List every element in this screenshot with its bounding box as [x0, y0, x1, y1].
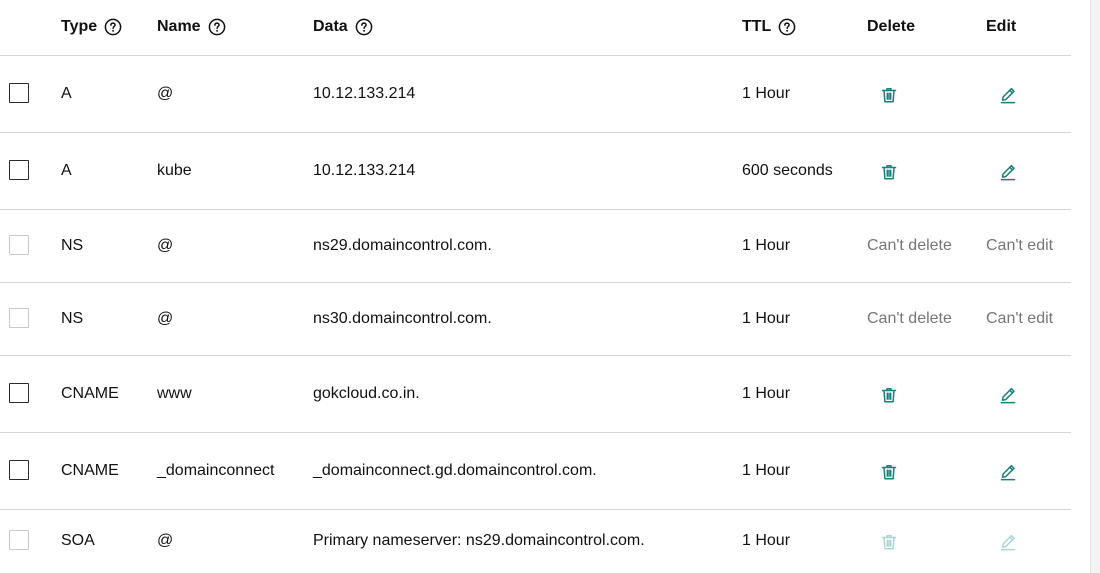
cant-edit-text: Can't edit	[986, 309, 1054, 327]
vertical-scrollbar[interactable]	[1090, 0, 1100, 573]
help-circle-icon[interactable]	[355, 18, 373, 36]
table-row: NS @ ns30.domaincontrol.com. 1 Hour Can't de…	[0, 283, 1071, 356]
column-header-name-label: Name	[157, 18, 201, 35]
row-select-checkbox[interactable]	[9, 82, 29, 103]
record-data: ns30.domaincontrol.com.	[313, 309, 492, 327]
record-name: @	[157, 84, 174, 102]
help-circle-icon[interactable]	[208, 18, 226, 36]
record-ttl: 1 Hour	[742, 532, 791, 549]
trash-icon[interactable]	[879, 385, 899, 405]
help-circle-icon[interactable]	[104, 18, 122, 36]
record-data: 10.12.133.214	[313, 84, 416, 102]
dns-records-table: Type Name Data TTL Delete Edit A @ 10.12…	[0, 0, 1071, 573]
table-row: SOA @ Primary nameserver: ns29.domaincontr…	[0, 510, 1071, 573]
column-header-ttl-label: TTL	[742, 18, 772, 35]
table-row: Akube 10.12.133.214 600 seconds	[0, 133, 1071, 210]
record-ttl: 1 Hour	[742, 84, 791, 102]
trash-icon	[879, 532, 899, 552]
pencil-icon[interactable]	[998, 162, 1018, 182]
record-type: A	[61, 161, 72, 179]
table-header: Type Name Data TTL Delete Edit	[0, 0, 1071, 56]
column-header-data: Data	[313, 17, 373, 37]
record-ttl: 1 Hour	[742, 461, 791, 479]
record-name: @	[157, 236, 174, 254]
column-header-data-label: Data	[313, 18, 348, 35]
record-type: NS	[61, 309, 84, 327]
record-type: NS	[61, 236, 84, 254]
pencil-icon[interactable]	[998, 385, 1018, 405]
trash-icon[interactable]	[879, 162, 899, 182]
trash-icon[interactable]	[879, 85, 899, 105]
row-select-checkbox[interactable]	[9, 459, 29, 480]
row-select-checkbox	[9, 307, 29, 328]
record-ttl: 1 Hour	[742, 384, 791, 402]
column-header-delete: Delete	[867, 17, 915, 37]
column-header-type: Type	[61, 17, 122, 37]
pencil-icon[interactable]	[998, 85, 1018, 105]
record-name: @	[157, 309, 174, 327]
record-ttl: 600 seconds	[742, 161, 833, 179]
column-header-edit-label: Edit	[986, 18, 1017, 35]
cant-delete-text: Can't delete	[867, 309, 952, 327]
record-name: _domainconnect	[157, 461, 275, 479]
table-body: A @10.12.133.214 1 Hour Akube 10.12.133.214 6…	[0, 56, 1071, 573]
record-type: CNAME	[61, 384, 119, 402]
record-ttl: 1 Hour	[742, 309, 791, 327]
pencil-icon	[998, 532, 1018, 552]
column-header-type-label: Type	[61, 18, 98, 35]
table-row: A @10.12.133.214 1 Hour	[0, 56, 1071, 133]
table-row: CNAME www gokcloud.co.in. 1 Hour	[0, 356, 1071, 433]
record-data: gokcloud.co.in.	[313, 384, 420, 402]
record-data: _domainconnect.gd.domaincontrol.com.	[313, 461, 597, 479]
table-row: CNAME _domainconnect _domainconnect.gd.dom…	[0, 433, 1071, 510]
record-type: A	[61, 84, 72, 102]
column-header-edit: Edit	[986, 17, 1016, 37]
record-type: CNAME	[61, 461, 119, 479]
table-row: NS @ ns29.domaincontrol.com. 1 Hour Can't de…	[0, 210, 1071, 283]
column-header-delete-label: Delete	[867, 18, 916, 35]
record-data: Primary nameserver: ns29.domaincontrol.c…	[313, 532, 645, 549]
record-name: kube	[157, 161, 192, 179]
column-header-ttl: TTL	[742, 17, 796, 37]
row-select-checkbox	[9, 530, 29, 550]
record-name: www	[157, 384, 192, 402]
row-select-checkbox	[9, 234, 29, 255]
trash-icon[interactable]	[879, 462, 899, 482]
cant-delete-text: Can't delete	[867, 236, 952, 254]
pencil-icon[interactable]	[998, 462, 1018, 482]
record-data: 10.12.133.214	[313, 161, 416, 179]
record-ttl: 1 Hour	[742, 236, 791, 254]
record-data: ns29.domaincontrol.com.	[313, 236, 492, 254]
record-type: SOA	[61, 532, 95, 549]
row-select-checkbox[interactable]	[9, 382, 29, 403]
row-select-checkbox[interactable]	[9, 159, 29, 180]
record-name: @	[157, 532, 174, 549]
cant-edit-text: Can't edit	[986, 236, 1054, 254]
help-circle-icon[interactable]	[778, 18, 796, 36]
column-header-name: Name	[157, 17, 226, 37]
